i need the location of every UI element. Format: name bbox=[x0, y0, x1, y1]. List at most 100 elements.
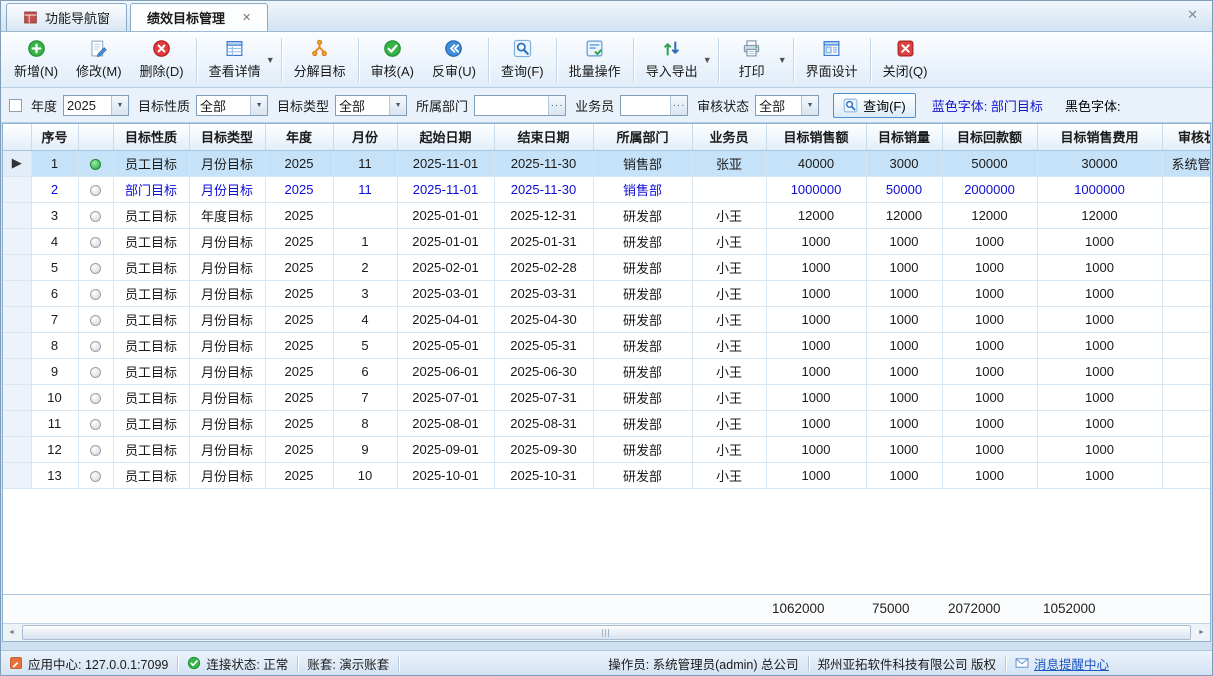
table-cell[interactable]: 10 bbox=[333, 462, 397, 488]
table-cell[interactable]: 1000 bbox=[866, 280, 942, 306]
table-cell[interactable]: 员工目标 bbox=[113, 254, 189, 280]
query-button[interactable]: 查询(F) bbox=[833, 93, 916, 118]
table-cell[interactable]: 2025-01-01 bbox=[397, 228, 494, 254]
table-row[interactable]: 12员工目标月份目标202592025-09-012025-09-30研发部小王… bbox=[3, 436, 1211, 462]
table-cell[interactable]: 1000 bbox=[942, 358, 1037, 384]
table-cell[interactable]: 2025 bbox=[265, 280, 333, 306]
table-cell[interactable]: 1000000 bbox=[766, 176, 866, 202]
table-cell[interactable]: 2025 bbox=[265, 332, 333, 358]
table-cell[interactable]: 1000 bbox=[942, 306, 1037, 332]
table-cell[interactable]: 月份目标 bbox=[189, 228, 265, 254]
table-cell[interactable]: 小王 bbox=[692, 384, 766, 410]
table-cell[interactable] bbox=[1162, 410, 1211, 436]
table-cell[interactable]: 40000 bbox=[766, 150, 866, 176]
batch-operation-button[interactable]: 批量操作 bbox=[560, 35, 630, 84]
table-cell[interactable]: 小王 bbox=[692, 436, 766, 462]
table-cell[interactable]: 11 bbox=[333, 150, 397, 176]
table-cell[interactable]: 9 bbox=[333, 436, 397, 462]
column-header[interactable]: 目标类型 bbox=[189, 124, 265, 150]
dropdown-caret-icon[interactable]: ▼ bbox=[703, 55, 712, 65]
table-cell[interactable]: 小王 bbox=[692, 410, 766, 436]
window-close-icon[interactable]: ✕ bbox=[1179, 7, 1206, 31]
cell-status[interactable] bbox=[78, 280, 113, 306]
table-cell[interactable]: 50000 bbox=[866, 176, 942, 202]
table-cell[interactable]: 月份目标 bbox=[189, 462, 265, 488]
table-cell[interactable]: 年度目标 bbox=[189, 202, 265, 228]
column-header[interactable]: 目标销售费用 bbox=[1037, 124, 1162, 150]
approve-button[interactable]: 审核(A) bbox=[362, 35, 423, 84]
table-cell[interactable]: 月份目标 bbox=[189, 254, 265, 280]
table-cell[interactable]: 2025-11-30 bbox=[494, 176, 593, 202]
table-cell[interactable]: 1000 bbox=[942, 436, 1037, 462]
table-cell[interactable]: 1000 bbox=[766, 228, 866, 254]
table-cell[interactable]: 1000 bbox=[866, 358, 942, 384]
cell-status[interactable] bbox=[78, 410, 113, 436]
column-header[interactable]: 年度 bbox=[265, 124, 333, 150]
cell-seq[interactable]: 5 bbox=[31, 254, 78, 280]
table-cell[interactable]: 1000 bbox=[766, 358, 866, 384]
table-cell[interactable]: 员工目标 bbox=[113, 150, 189, 176]
ui-design-button[interactable]: 界面设计 bbox=[797, 35, 867, 84]
scrollbar-thumb[interactable] bbox=[22, 625, 1191, 640]
table-cell[interactable]: 2025 bbox=[265, 358, 333, 384]
table-cell[interactable]: 员工目标 bbox=[113, 306, 189, 332]
table-row[interactable]: 7员工目标月份目标202542025-04-012025-04-30研发部小王1… bbox=[3, 306, 1211, 332]
table-cell[interactable]: 1000 bbox=[766, 384, 866, 410]
table-cell[interactable]: 6 bbox=[333, 358, 397, 384]
table-cell[interactable]: 2025-04-30 bbox=[494, 306, 593, 332]
table-cell[interactable]: 研发部 bbox=[593, 332, 692, 358]
table-cell[interactable]: 研发部 bbox=[593, 254, 692, 280]
cell-seq[interactable]: 6 bbox=[31, 280, 78, 306]
cell-seq[interactable]: 13 bbox=[31, 462, 78, 488]
close-button[interactable]: 关闭(Q) bbox=[874, 35, 937, 84]
cell-seq[interactable]: 7 bbox=[31, 306, 78, 332]
table-cell[interactable]: 2025-08-01 bbox=[397, 410, 494, 436]
table-cell[interactable]: 1000 bbox=[1037, 410, 1162, 436]
table-cell[interactable]: 7 bbox=[333, 384, 397, 410]
table-cell[interactable]: 小王 bbox=[692, 228, 766, 254]
table-cell[interactable]: 1000 bbox=[1037, 436, 1162, 462]
column-header[interactable]: 目标销量 bbox=[866, 124, 942, 150]
cell-seq[interactable]: 8 bbox=[31, 332, 78, 358]
cell-seq[interactable]: 1 bbox=[31, 150, 78, 176]
table-cell[interactable]: 2 bbox=[333, 254, 397, 280]
table-row[interactable]: 3员工目标年度目标20252025-01-012025-12-31研发部小王12… bbox=[3, 202, 1211, 228]
table-cell[interactable] bbox=[1162, 306, 1211, 332]
table-cell[interactable]: 2025-06-01 bbox=[397, 358, 494, 384]
table-cell[interactable]: 12000 bbox=[942, 202, 1037, 228]
tab-close-icon[interactable]: ✕ bbox=[242, 11, 251, 24]
table-cell[interactable] bbox=[1162, 280, 1211, 306]
table-cell[interactable] bbox=[1162, 254, 1211, 280]
cell-status[interactable] bbox=[78, 436, 113, 462]
table-cell[interactable]: 1000 bbox=[1037, 280, 1162, 306]
table-cell[interactable]: 小王 bbox=[692, 358, 766, 384]
table-cell[interactable]: 系统管理员 bbox=[1162, 150, 1211, 176]
table-cell[interactable]: 2025-11-01 bbox=[397, 176, 494, 202]
table-cell[interactable]: 12000 bbox=[866, 202, 942, 228]
cell-status[interactable] bbox=[78, 384, 113, 410]
table-cell[interactable]: 小王 bbox=[692, 332, 766, 358]
table-cell[interactable]: 研发部 bbox=[593, 306, 692, 332]
table-cell[interactable]: 部门目标 bbox=[113, 176, 189, 202]
nature-select[interactable]: 全部▼ bbox=[196, 95, 268, 116]
table-cell[interactable]: 2025-02-01 bbox=[397, 254, 494, 280]
table-cell[interactable]: 研发部 bbox=[593, 358, 692, 384]
table-cell[interactable]: 销售部 bbox=[593, 176, 692, 202]
dropdown-caret-icon[interactable]: ▼ bbox=[266, 55, 275, 65]
table-cell[interactable]: 1000 bbox=[1037, 358, 1162, 384]
table-row[interactable]: ▶1员工目标月份目标2025112025-11-012025-11-30销售部张… bbox=[3, 150, 1211, 176]
audit-status-select[interactable]: 全部▼ bbox=[755, 95, 819, 116]
table-row[interactable]: 6员工目标月份目标202532025-03-012025-03-31研发部小王1… bbox=[3, 280, 1211, 306]
cell-status[interactable] bbox=[78, 306, 113, 332]
table-cell[interactable]: 12000 bbox=[1037, 202, 1162, 228]
table-cell[interactable]: 30000 bbox=[1037, 150, 1162, 176]
table-cell[interactable]: 2025-05-01 bbox=[397, 332, 494, 358]
table-cell[interactable]: 2025 bbox=[265, 202, 333, 228]
table-cell[interactable]: 1000 bbox=[766, 436, 866, 462]
table-cell[interactable]: 1000 bbox=[866, 306, 942, 332]
table-cell[interactable]: 2025-03-31 bbox=[494, 280, 593, 306]
table-cell[interactable]: 研发部 bbox=[593, 436, 692, 462]
table-cell[interactable]: 2025 bbox=[265, 436, 333, 462]
table-cell[interactable]: 1000 bbox=[866, 462, 942, 488]
table-cell[interactable]: 员工目标 bbox=[113, 332, 189, 358]
